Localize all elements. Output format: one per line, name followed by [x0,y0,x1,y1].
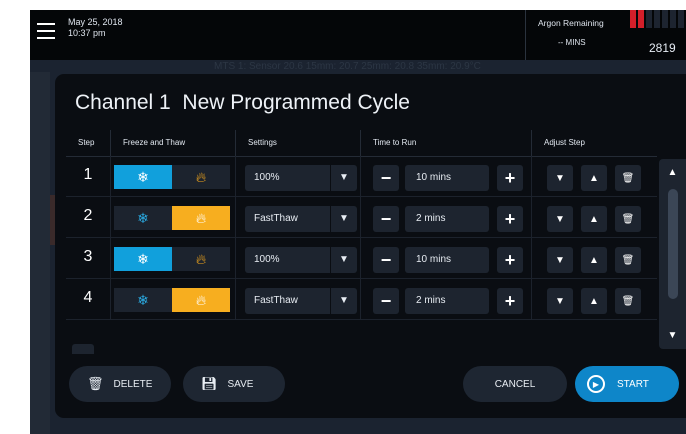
cycle-title: New Programmed Cycle [182,91,410,114]
move-step-down-button[interactable]: ▼ [547,288,573,314]
move-step-down-button[interactable]: ▼ [547,165,573,191]
chevron-down-icon[interactable]: ▼ [330,247,357,273]
settings-value: 100% [254,172,280,183]
menu-icon[interactable] [37,23,55,41]
trash-icon[interactable]: 🗑︎ [615,165,641,191]
scroll-down-icon[interactable]: ▼ [659,330,686,341]
decrease-time-button[interactable]: − [373,165,399,191]
time-value[interactable]: 10 mins [405,165,489,191]
flame-icon[interactable]: 🔥︎ [172,288,230,312]
device-screen: May 25, 2018 10:37 pm Argon Remaining --… [30,10,686,434]
flame-icon[interactable]: 🔥︎ [172,165,230,189]
trash-icon[interactable]: 🗑︎ [615,206,641,232]
step-number: 2 [83,207,93,224]
chevron-down-icon[interactable]: ▼ [330,206,357,232]
time-value[interactable]: 2 mins [405,206,489,232]
argon-value: -- MINS [558,38,586,47]
freeze-thaw-toggle[interactable]: ❄ 🔥︎ [114,165,230,189]
move-step-up-button[interactable]: ▲ [581,206,607,232]
increase-time-button[interactable]: + [497,206,523,232]
scroll-up-icon[interactable]: ▲ [659,167,686,178]
move-step-up-button[interactable]: ▲ [581,247,607,273]
background-readout: MTS 1: Sensor 20.6 15mm: 20.7 25mm: 20.8… [214,61,481,72]
settings-value: FastThaw [254,213,298,224]
background-panel [30,72,50,434]
move-step-up-button[interactable]: ▲ [581,165,607,191]
level-meter [630,10,686,28]
column-freeze-thaw: Freeze and Thaw [110,130,235,156]
start-button[interactable]: ▶ START [575,366,679,402]
play-circle-icon: ▶ [587,375,605,393]
scroll-thumb[interactable] [668,189,678,299]
steps-table: Step Freeze and Thaw Settings Time to Ru… [66,130,657,354]
step-number: 4 [83,289,93,306]
settings-dropdown[interactable]: FastThaw ▼ [245,288,357,314]
cancel-label: CANCEL [494,378,536,390]
add-step-button[interactable] [72,344,94,354]
table-header: Step Freeze and Thaw Settings Time to Ru… [66,130,657,157]
freeze-thaw-toggle[interactable]: ❄ 🔥︎ [114,247,230,271]
step-number: 3 [83,248,93,265]
dialog-title: Channel 1 New Programmed Cycle [75,91,410,115]
settings-dropdown[interactable]: 100% ▼ [245,165,357,191]
cancel-button[interactable]: CANCEL [463,366,567,402]
scrollbar[interactable]: ▲ ▼ [659,159,686,349]
move-step-down-button[interactable]: ▼ [547,247,573,273]
column-time: Time to Run [360,130,531,156]
step-number: 1 [83,166,93,183]
settings-dropdown[interactable]: 100% ▼ [245,247,357,273]
decrease-time-button[interactable]: − [373,288,399,314]
status-bar: May 25, 2018 10:37 pm Argon Remaining --… [30,10,686,60]
snowflake-icon[interactable]: ❄ [114,165,172,189]
flame-icon[interactable]: 🔥︎ [172,247,230,271]
delete-button[interactable]: 🗑︎ DELETE [69,366,171,402]
decrease-time-button[interactable]: − [373,206,399,232]
save-label: SAVE [227,378,254,390]
start-label: START [617,378,649,390]
column-settings: Settings [235,130,360,156]
column-adjust: Adjust Step [531,130,657,156]
trash-icon: 🗑︎ [87,376,104,391]
argon-label: Argon Remaining [538,18,604,28]
move-step-down-button[interactable]: ▼ [547,206,573,232]
move-step-up-button[interactable]: ▲ [581,288,607,314]
snowflake-icon[interactable]: ❄ [114,247,172,271]
trash-icon[interactable]: 🗑︎ [615,288,641,314]
trash-icon[interactable]: 🗑︎ [615,247,641,273]
table-row: 3 ❄ 🔥︎ 100% ▼ − 10 mins + ▼ ▲ 🗑︎ [66,238,657,279]
date-label: May 25, 2018 [68,17,123,27]
snowflake-icon[interactable]: ❄ [114,206,172,230]
time-label: 10:37 pm [68,28,106,38]
table-row: 2 ❄ 🔥︎ FastThaw ▼ − 2 mins + ▼ ▲ 🗑︎ [66,197,657,238]
channel-label: Channel 1 [75,91,171,114]
increase-time-button[interactable]: + [497,247,523,273]
settings-value: 100% [254,254,280,265]
freeze-thaw-toggle[interactable]: ❄ 🔥︎ [114,288,230,312]
time-value[interactable]: 10 mins [405,247,489,273]
pressure-value: 2819 [649,41,676,55]
increase-time-button[interactable]: + [497,288,523,314]
chevron-down-icon[interactable]: ▼ [330,288,357,314]
table-row: 1 ❄ 🔥︎ 100% ▼ − 10 mins + ▼ ▲ 🗑︎ [66,156,657,197]
settings-dropdown[interactable]: FastThaw ▼ [245,206,357,232]
save-button[interactable]: 💾︎ SAVE [183,366,285,402]
snowflake-icon[interactable]: ❄ [114,288,172,312]
decrease-time-button[interactable]: − [373,247,399,273]
column-step: Step [78,138,95,147]
programmed-cycle-dialog: Channel 1 New Programmed Cycle Step Free… [55,74,686,418]
table-row: 4 ❄ 🔥︎ FastThaw ▼ − 2 mins + ▼ ▲ 🗑︎ [66,279,657,320]
freeze-thaw-toggle[interactable]: ❄ 🔥︎ [114,206,230,230]
increase-time-button[interactable]: + [497,165,523,191]
chevron-down-icon[interactable]: ▼ [330,165,357,191]
datetime: May 25, 2018 10:37 pm [68,17,123,39]
flame-icon[interactable]: 🔥︎ [172,206,230,230]
time-value[interactable]: 2 mins [405,288,489,314]
settings-value: FastThaw [254,295,298,306]
floppy-disk-icon: 💾︎ [201,376,218,391]
delete-label: DELETE [113,378,153,390]
